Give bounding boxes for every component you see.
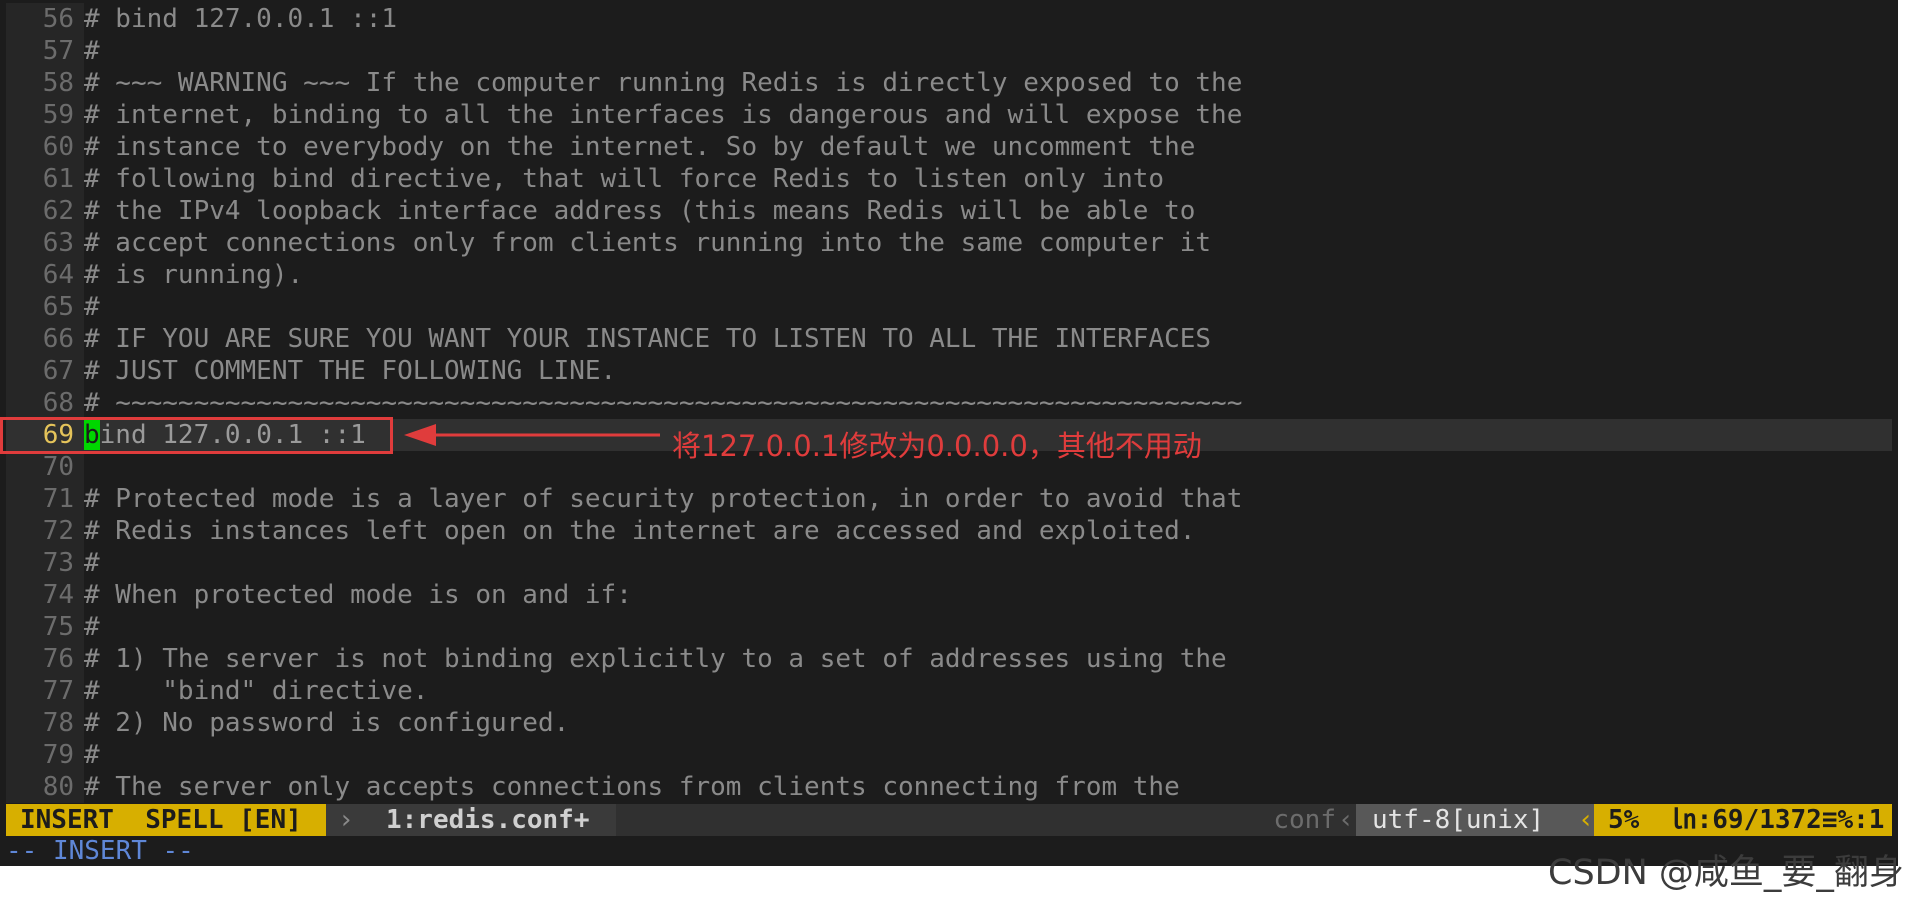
csdn-watermark: CSDN @咸鱼_要_翻身 — [1548, 853, 1904, 893]
annotation-arrow-head — [404, 424, 436, 446]
annotation-text: 将127.0.0.1修改为0.0.0.0，其他不用动 — [672, 429, 1202, 463]
